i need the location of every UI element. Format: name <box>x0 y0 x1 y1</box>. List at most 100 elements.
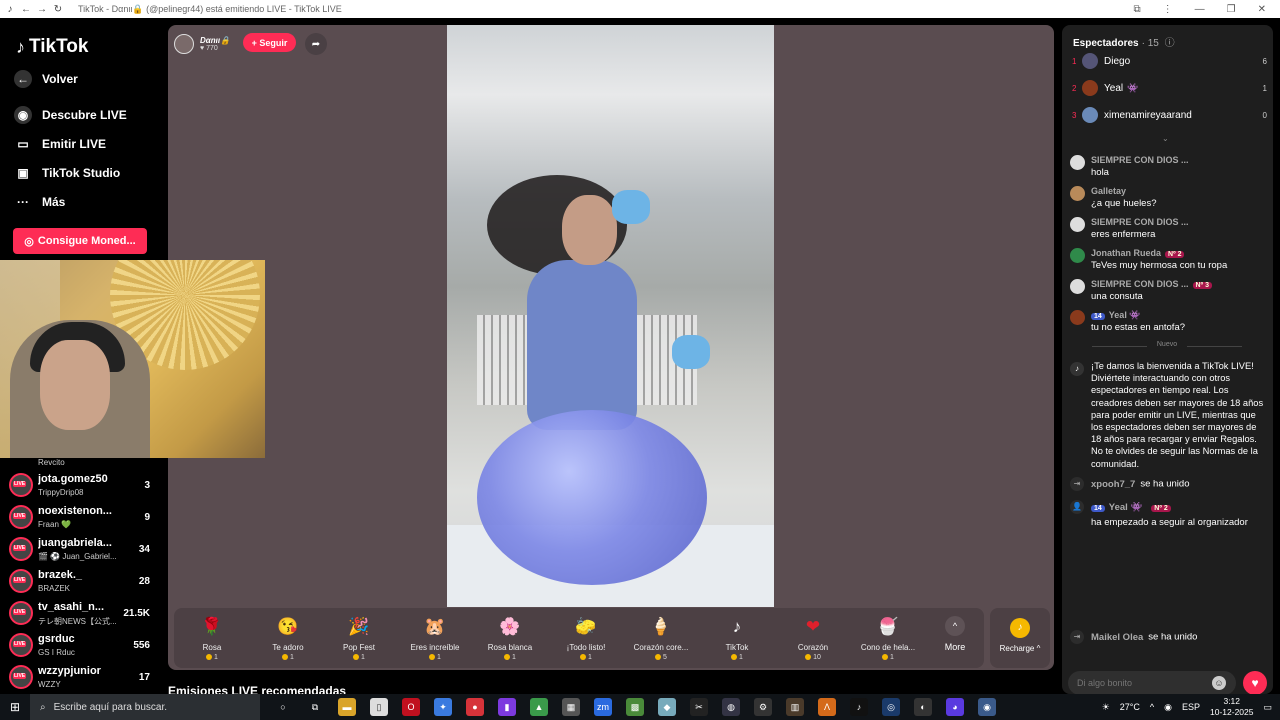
network-icon[interactable]: ◉ <box>1164 702 1172 713</box>
list-item[interactable]: Revcito <box>0 458 168 470</box>
app-icon[interactable]: ▦ <box>562 698 580 716</box>
list-item[interactable]: LIVE wzzypjunior WZZY 17 <box>0 662 168 694</box>
gift-item[interactable]: ♪ TikTok 1 <box>699 608 775 668</box>
notification-icon[interactable]: ▭ <box>1263 702 1272 713</box>
kiss-gift-icon: 😘 <box>277 617 299 636</box>
host-info[interactable]: Dαnιι🔒 ♥ 770 <box>174 33 230 55</box>
list-item[interactable]: LIVE noexistenon... Fraan 💚 9 <box>0 502 168 534</box>
gift-price: 5 <box>623 654 699 661</box>
gift-item[interactable]: 🌹 Rosa 1 <box>174 608 250 668</box>
list-item[interactable]: LIVE jota.gomez50 TrippyDrip08 3 <box>0 470 168 502</box>
clock[interactable]: 3:12 10-12-2025 <box>1210 696 1253 718</box>
chat-input[interactable] <box>1068 671 1236 695</box>
more-gifts-button[interactable]: ^ More <box>940 608 970 668</box>
gift-item[interactable]: 🎉 Pop Fest 1 <box>321 608 397 668</box>
live-stage: Dαnιι🔒 ♥ 770 + Seguir ➦ <box>168 25 1054 670</box>
weather-icon[interactable]: ☀ <box>1102 702 1110 713</box>
viewer-row[interactable]: 3 ximenamireyaarand 0 <box>1072 105 1267 125</box>
minimize-button[interactable]: — <box>1195 4 1205 15</box>
back-arrow-icon: ← <box>14 70 32 88</box>
list-item[interactable]: LIVE tv_asahi_n... テレ朝NEWS【公式... 21.5K <box>0 598 168 630</box>
minecraft-icon[interactable]: ▩ <box>626 698 644 716</box>
viewers-header[interactable]: Espectadores · 15 ⓘ <box>1073 34 1175 49</box>
nav-go-live[interactable]: ▭ Emitir LIVE <box>14 135 106 153</box>
gift-item[interactable]: ❤ Corazón 10 <box>775 608 851 668</box>
viewer-row[interactable]: 2 Yeal 👾 1 <box>1072 78 1267 98</box>
share-icon[interactable]: ➦ <box>305 33 327 55</box>
gift-item[interactable]: 🐹 Eres increíble 1 <box>397 608 473 668</box>
restore-button[interactable]: ❐ <box>1227 4 1236 15</box>
level-badge: 14 <box>1091 313 1105 320</box>
like-heart-button[interactable]: ♥ <box>1243 671 1267 695</box>
capcut-icon[interactable]: ✂ <box>690 698 708 716</box>
zoom-icon[interactable]: zm <box>594 698 612 716</box>
tiktok-note-icon: ♪ <box>16 36 25 57</box>
gift-price: 1 <box>472 654 548 661</box>
app-icon[interactable]: ● <box>466 698 484 716</box>
app-icon[interactable]: ▥ <box>786 698 804 716</box>
forward-arrow-icon[interactable]: → <box>36 3 48 15</box>
user-follow-icon: 👤 <box>1070 500 1084 514</box>
video-glove <box>612 190 650 224</box>
settings-icon[interactable]: ⚙ <box>754 698 772 716</box>
welcome-message: ¡Te damos la bienvenida a TikTok LIVE! D… <box>1091 361 1264 469</box>
info-icon[interactable]: ⓘ <box>1165 38 1175 49</box>
right-panel: Espectadores · 15 ⓘ 1 Diego 6 2 Yeal 👾 1 … <box>1062 25 1273 695</box>
live-video[interactable] <box>447 25 774 607</box>
kebab-menu-icon[interactable]: ⋮ <box>1163 4 1173 15</box>
recharge-button[interactable]: ♪ Recharge ^ <box>990 608 1050 668</box>
expand-viewers-icon[interactable]: ⌄ <box>1162 134 1169 143</box>
list-item[interactable]: LIVE brazek._ BRAZEK 28 <box>0 566 168 598</box>
app-icon[interactable]: ◆ <box>658 698 676 716</box>
extensions-icon[interactable]: ⧉ <box>1134 4 1141 15</box>
gift-bar: 🌹 Rosa 1 😘 Te adoro 1 🎉 Pop Fest 1 🐹 Ere… <box>174 608 984 668</box>
gift-item[interactable]: 😘 Te adoro 1 <box>250 608 326 668</box>
close-button[interactable]: ✕ <box>1258 4 1266 15</box>
file-explorer-icon[interactable]: ▬ <box>338 698 356 716</box>
level-badge: 14 <box>1091 504 1105 512</box>
document-icon[interactable]: ▯ <box>370 698 388 716</box>
gift-item[interactable]: 🍦 Corazón core... 5 <box>623 608 699 668</box>
windows-start-icon[interactable]: ⊞ <box>0 700 30 714</box>
tiktok-note-icon: ♪ <box>1070 362 1084 376</box>
opera-icon[interactable]: O <box>402 698 420 716</box>
list-item[interactable]: LIVE juangabriela... 🎬 ⚽ Juan_Gabriel...… <box>0 534 168 566</box>
reload-icon[interactable]: ↻ <box>52 3 64 15</box>
app-icon[interactable]: ▲ <box>530 698 548 716</box>
icecream-heart-gift-icon: 🍦 <box>650 617 672 636</box>
avatar <box>1082 107 1098 123</box>
twitch-icon[interactable]: ▮ <box>498 698 516 716</box>
copilot-icon[interactable]: ✦ <box>434 698 452 716</box>
tiktok-icon[interactable]: ♪ <box>850 698 868 716</box>
cortana-icon[interactable]: ○ <box>274 698 292 716</box>
get-coins-button[interactable]: ◎ Consigue Moned... <box>13 228 147 254</box>
tiktok-live-app: ♪ TikTok ← Volver ◉ Descubre LIVE ▭ Emit… <box>0 18 1280 698</box>
task-view-icon[interactable]: ⧉ <box>306 698 324 716</box>
follow-button[interactable]: + Seguir <box>243 33 296 52</box>
back-arrow-icon[interactable]: ← <box>20 3 32 15</box>
tiktok-coin-icon: ♪ <box>1010 618 1030 638</box>
chevron-up-icon[interactable]: ^ <box>1150 702 1154 712</box>
nav-tiktok-studio[interactable]: ▣ TikTok Studio <box>14 164 120 182</box>
viewer-row[interactable]: 1 Diego 6 <box>1072 51 1267 71</box>
gift-item[interactable]: 🍧 Cono de hela... 1 <box>850 608 926 668</box>
app-icon[interactable]: ◐ <box>914 698 932 716</box>
tiktok-logo[interactable]: ♪ TikTok <box>16 36 88 58</box>
emoji-icon[interactable]: ☺ <box>1212 676 1226 690</box>
discord-icon[interactable]: ◕ <box>946 698 964 716</box>
back-button[interactable]: ← Volver <box>14 70 78 88</box>
gift-item[interactable]: 🧽 ¡Todo listo! 1 <box>548 608 624 668</box>
avatar: LIVE <box>9 537 33 561</box>
tiktok-favicon-icon: ♪ <box>7 3 13 15</box>
nav-discover-live[interactable]: ◉ Descubre LIVE <box>14 106 127 124</box>
avatar <box>1070 155 1085 170</box>
rank-badge: Nº 2 <box>1151 504 1171 512</box>
list-item[interactable]: LIVE gsrduc GS I Rduc 556 <box>0 630 168 662</box>
app-icon[interactable]: Λ <box>818 698 836 716</box>
app-icon[interactable]: ◍ <box>722 698 740 716</box>
nav-more[interactable]: ··· Más <box>14 193 65 211</box>
taskbar-search[interactable]: ⌕ Escribe aquí para buscar. <box>30 694 260 720</box>
chrome-icon[interactable]: ◉ <box>978 698 996 716</box>
steam-icon[interactable]: ◎ <box>882 698 900 716</box>
gift-item[interactable]: 🌸 Rosa blanca 1 <box>472 608 548 668</box>
